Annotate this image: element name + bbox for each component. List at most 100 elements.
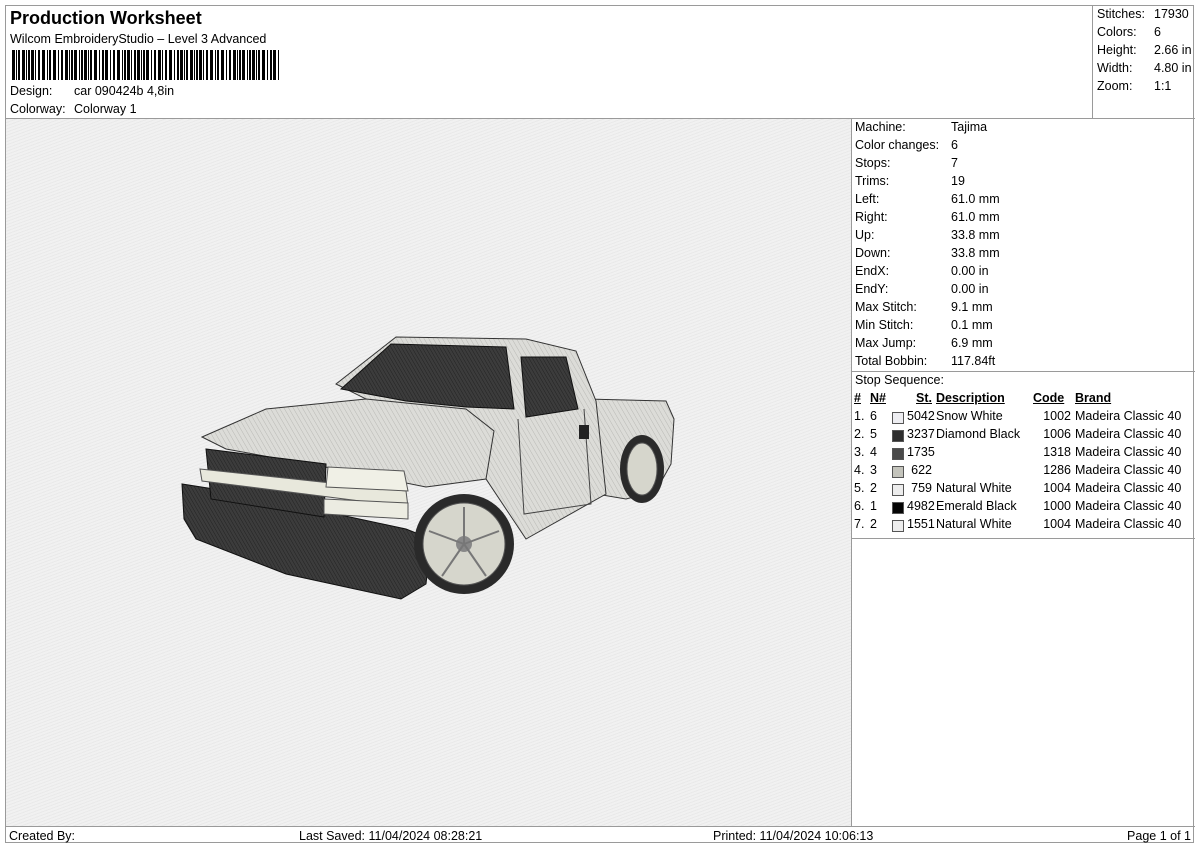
stop-stitches: 5042	[892, 407, 936, 425]
stop-stitches: 4982	[892, 497, 936, 515]
stat-height: Height: 2.66 in	[1097, 43, 1192, 57]
stop-code: 1006	[1043, 427, 1071, 441]
page-number: Page 1 of 1	[1127, 829, 1191, 843]
colorway-label: Colorway:	[10, 102, 66, 116]
software-name: Wilcom EmbroideryStudio – Level 3 Advanc…	[10, 32, 267, 46]
info-left: Left: 61.0 mm	[855, 192, 1000, 206]
stop-description: Natural White	[936, 481, 1012, 495]
stop-brand: Madeira Classic 40	[1075, 427, 1182, 441]
stop-needle: 1	[870, 499, 877, 513]
colorway-value: Colorway 1	[74, 102, 137, 116]
stop-stitches: 1735	[892, 443, 936, 461]
stop-index: 3.	[854, 445, 865, 459]
worksheet-frame: Production Worksheet Wilcom EmbroiderySt…	[5, 5, 1195, 844]
stop-code: 1002	[1043, 409, 1071, 423]
info-machine: Machine: Tajima	[855, 120, 988, 134]
stop-index: 6.	[854, 499, 865, 513]
col-index: #	[854, 391, 861, 405]
stop-index: 4.	[854, 463, 865, 477]
truck-embroidery-image	[181, 336, 675, 600]
stop-index: 7.	[854, 517, 865, 531]
col-needle: N#	[870, 391, 886, 405]
stop-row: 1. 6 5042 Snow White 1002 Madeira Classic 40	[854, 407, 1195, 425]
stop-code: 1000	[1043, 499, 1071, 513]
stop-row: 6. 1 4982 Emerald Black 1000 Madeira Classic …	[854, 497, 1195, 515]
stop-stitches: 622	[892, 461, 936, 479]
page-title: Production Worksheet	[10, 8, 202, 28]
design-preview	[6, 119, 852, 826]
stat-zoom: Zoom: 1:1	[1097, 79, 1172, 93]
stop-description: Diamond Black	[936, 427, 1021, 441]
info-color-changes: Color changes: 6	[855, 138, 958, 152]
stop-code: 1004	[1043, 517, 1071, 531]
printed-date: Printed: 11/04/2024 10:06:13	[713, 829, 874, 843]
color-swatch	[892, 447, 904, 460]
design-value: car 090424b 4,8in	[74, 84, 175, 98]
last-saved: Last Saved: 11/04/2024 08:28:21	[299, 829, 483, 843]
stop-sequence-title: Stop Sequence:	[855, 373, 944, 387]
stop-brand: Madeira Classic 40	[1075, 409, 1182, 423]
info-total-bobbin: Total Bobbin: 117.84ft	[855, 354, 996, 368]
color-swatch	[892, 411, 904, 424]
stop-needle: 2	[870, 481, 877, 495]
stop-stitches: 1551	[892, 515, 936, 533]
created-by: Created By:	[9, 829, 76, 843]
info-max-jump: Max Jump: 6.9 mm	[855, 336, 993, 350]
stop-row: 7. 2 1551 Natural White 1004 Madeira Classic …	[854, 515, 1195, 533]
info-trims: Trims: 19	[855, 174, 965, 188]
stop-brand: Madeira Classic 40	[1075, 445, 1182, 459]
stop-description: Emerald Black	[936, 499, 1017, 513]
col-description: Description	[936, 391, 1005, 405]
design-label: Design:	[10, 84, 53, 98]
stop-table-header: # N# St. Description Code Brand	[854, 389, 1195, 407]
stop-index: 1.	[854, 409, 865, 423]
stop-description	[936, 461, 1033, 479]
info-up: Up: 33.8 mm	[855, 228, 1000, 242]
info-min-stitch: Min Stitch: 0.1 mm	[855, 318, 993, 332]
stop-needle: 3	[870, 463, 877, 477]
stop-code: 1286	[1043, 463, 1071, 477]
stop-row: 3. 4 1735 1318 Madeira Classic 40	[854, 443, 1195, 461]
design-stats: Stitches: 17930 Colors: 6 Height: 2.66 in W…	[1093, 6, 1195, 119]
color-swatch	[892, 465, 904, 478]
stop-description: Snow White	[936, 409, 1003, 423]
stat-colors: Colors: 6	[1097, 25, 1161, 39]
stop-needle: 6	[870, 409, 877, 423]
stat-stitches: Stitches: 17930	[1097, 7, 1189, 21]
divider	[852, 538, 1195, 539]
col-code: Code	[1033, 391, 1065, 405]
worksheet-header: Production Worksheet Wilcom EmbroiderySt…	[6, 6, 1093, 119]
colorway-row: Colorway: Colorway 1	[10, 102, 137, 116]
worksheet-footer: Created By: Last Saved: 11/04/2024 08:28…	[6, 826, 1195, 844]
machine-info-panel: Machine: Tajima Color changes: 6 Stops: 7 T…	[852, 119, 1195, 826]
stop-row: 4. 3 622 1286 Madeira Classic 40	[854, 461, 1195, 479]
stat-width: Width: 4.80 in	[1097, 61, 1192, 75]
info-max-stitch: Max Stitch: 9.1 mm	[855, 300, 993, 314]
stop-needle: 2	[870, 517, 877, 531]
color-swatch	[892, 501, 904, 514]
info-endy: EndY: 0.00 in	[855, 282, 989, 296]
stop-needle: 5	[870, 427, 877, 441]
stop-brand: Madeira Classic 40	[1075, 517, 1182, 531]
stop-description: Natural White	[936, 517, 1012, 531]
stop-brand: Madeira Classic 40	[1075, 481, 1182, 495]
stop-index: 2.	[854, 427, 865, 441]
stop-brand: Madeira Classic 40	[1075, 499, 1182, 513]
barcode	[12, 50, 279, 80]
stop-description	[936, 443, 1033, 461]
stop-code: 1004	[1043, 481, 1071, 495]
color-swatch	[892, 483, 904, 496]
divider	[852, 371, 1195, 372]
stop-needle: 4	[870, 445, 877, 459]
stop-stitches: 3237	[892, 425, 936, 443]
info-right: Right: 61.0 mm	[855, 210, 1000, 224]
info-endx: EndX: 0.00 in	[855, 264, 989, 278]
stop-stitches: 759	[892, 479, 936, 497]
col-brand: Brand	[1075, 391, 1112, 405]
col-stitches: St.	[916, 391, 932, 405]
stop-index: 5.	[854, 481, 865, 495]
color-swatch	[892, 429, 904, 442]
info-stops: Stops: 7	[855, 156, 958, 170]
design-row: Design: car 090424b 4,8in	[10, 84, 174, 98]
stop-code: 1318	[1043, 445, 1071, 459]
